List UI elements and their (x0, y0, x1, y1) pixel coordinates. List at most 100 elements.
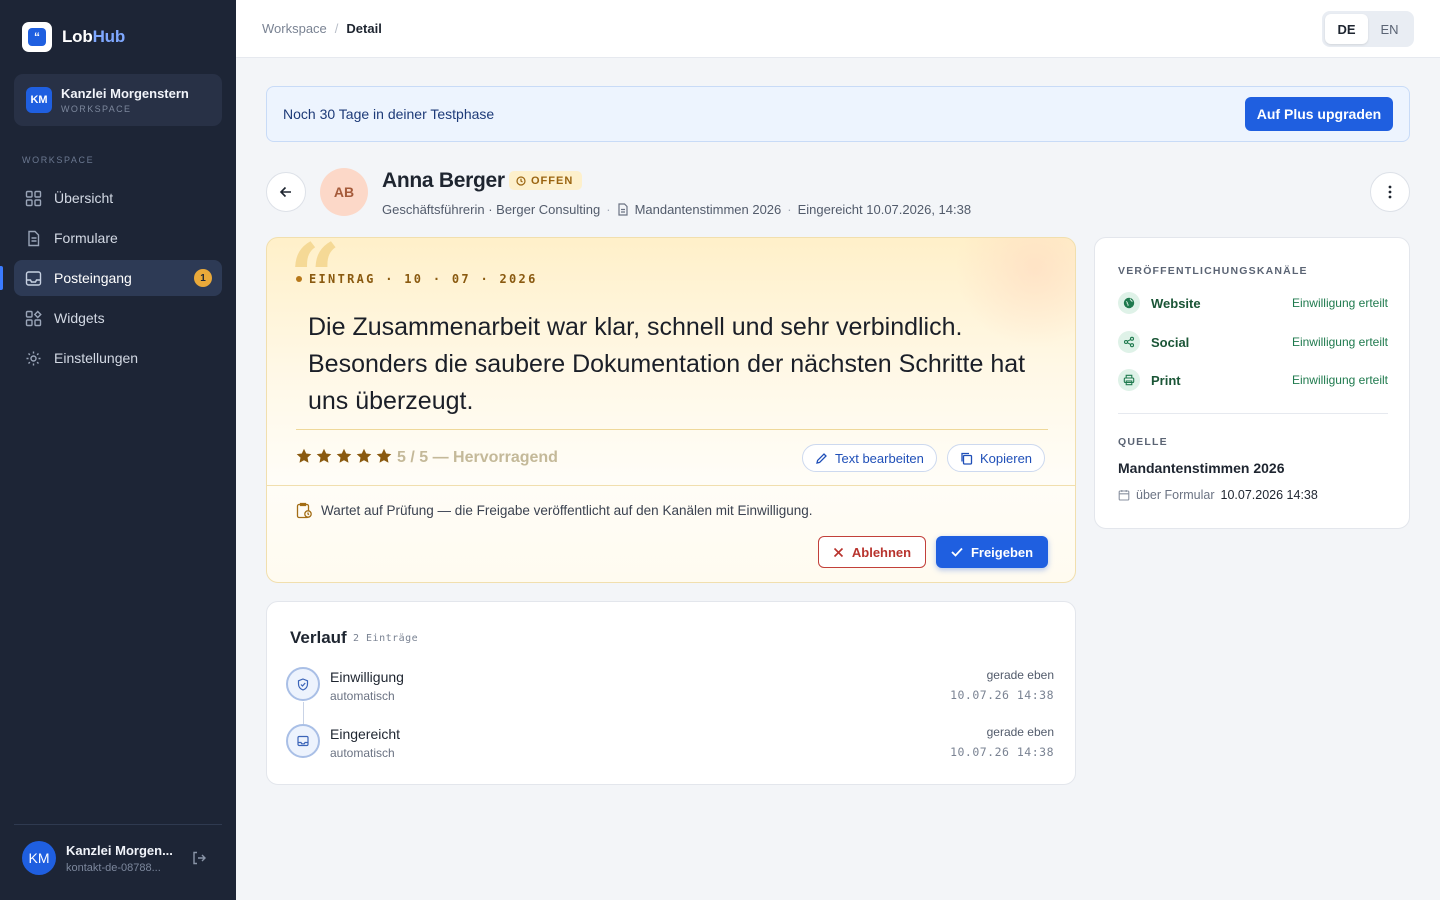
grid-icon (24, 189, 42, 207)
star-icon (376, 448, 392, 463)
sidebar-item-posteingang[interactable]: Posteingang 1 (0, 260, 222, 296)
reject-label: Ablehnen (851, 544, 912, 560)
clock-icon (516, 175, 526, 186)
form-name[interactable]: Mandantenstimmen 2026 (635, 202, 782, 217)
status-badge-label: OFFEN (531, 174, 574, 187)
sidebar-divider (14, 824, 222, 825)
star-icon (336, 448, 352, 463)
workspace-avatar: KM (26, 87, 52, 113)
history-sub: automatisch (330, 746, 395, 760)
channel-social: Social Einwilligung erteilt (1118, 330, 1388, 354)
brand[interactable]: “ LobHub (22, 22, 125, 52)
share-icon (1118, 331, 1140, 353)
trial-banner: Noch 30 Tage in deiner Testphase Auf Plu… (266, 86, 1410, 142)
entry-label: EINTRAG · 10 · 07 · 2026 (296, 272, 538, 286)
divider (267, 485, 1075, 486)
history-sub: automatisch (330, 689, 395, 703)
channel-print: Print Einwilligung erteilt (1118, 368, 1388, 392)
star-rating (296, 448, 392, 464)
logout-icon[interactable] (191, 850, 207, 871)
shield-check-icon (286, 667, 320, 701)
sidebar-nav: Übersicht Formulare Posteingang 1 Widget… (0, 180, 222, 380)
breadcrumb: Workspace / Detail (262, 21, 382, 36)
upgrade-button[interactable]: Auf Plus upgraden (1245, 97, 1393, 131)
source-heading: QUELLE (1118, 436, 1168, 448)
history-date: 10.07.26 14:38 (950, 745, 1054, 759)
edit-text-label: Text bearbeiten (835, 450, 924, 466)
source-via: über Formular (1136, 488, 1215, 502)
unread-badge: 1 (194, 269, 212, 287)
channels-heading: VERÖFFENTLICHUNGSKANÄLE (1118, 265, 1308, 277)
sidebar: “ LobHub KM Kanzlei Morgenstern WORKSPAC… (0, 0, 236, 900)
user-name: Kanzlei Morgen... (66, 842, 173, 858)
sidebar-item-uebersicht[interactable]: Übersicht (14, 180, 222, 216)
sidebar-item-formulare[interactable]: Formulare (14, 220, 222, 256)
review-notice: Wartet auf Prüfung — die Freigabe veröff… (296, 502, 813, 519)
source-name[interactable]: Mandantenstimmen 2026 (1118, 460, 1285, 476)
star-icon (356, 448, 372, 463)
person-name: Anna Berger (382, 169, 505, 192)
back-button[interactable] (266, 172, 306, 212)
copy-icon (961, 452, 973, 465)
edit-text-button[interactable]: Text bearbeiten (802, 444, 937, 472)
sidebar-item-label: Einstellungen (54, 350, 139, 366)
divider (1118, 413, 1388, 414)
meta-separator: · (606, 202, 611, 217)
quote-icon: “ (28, 28, 46, 46)
history-label: Eingereicht (330, 726, 401, 742)
breadcrumb-workspace[interactable]: Workspace (262, 21, 327, 36)
nav-heading: WORKSPACE (22, 155, 95, 165)
sidebar-item-label: Posteingang (54, 270, 132, 286)
brand-name: LobHub (62, 27, 126, 46)
pencil-icon (816, 452, 827, 464)
approve-button[interactable]: Freigeben (936, 536, 1048, 568)
submitted-at: Eingereicht 10.07.2026, 14:38 (797, 202, 972, 217)
person-avatar: AB (320, 168, 368, 216)
channel-status: Einwilligung erteilt (1291, 335, 1388, 349)
star-icon (316, 448, 332, 463)
user-profile[interactable]: KM Kanzlei Morgen... kontakt-de-08788... (22, 841, 173, 875)
meta-separator: · (787, 202, 792, 217)
history-count: 2 Einträge (353, 633, 419, 644)
topbar: Workspace / Detail DE EN (236, 0, 1440, 58)
trial-text: Noch 30 Tage in deiner Testphase (283, 106, 495, 122)
breadcrumb-separator: / (334, 21, 339, 36)
channel-website: Website Einwilligung erteilt (1118, 291, 1388, 315)
testimonial-quote: Die Zusammenarbeit war klar, schnell und… (308, 313, 1026, 415)
language-de-button[interactable]: DE (1325, 14, 1368, 44)
user-email: kontakt-de-08788... (66, 861, 161, 874)
reject-button[interactable]: Ablehnen (818, 536, 926, 568)
entry-dot (296, 276, 302, 282)
printer-icon (1118, 369, 1140, 391)
copy-label: Kopieren (980, 450, 1033, 466)
inbox-icon (24, 269, 42, 287)
inbox-icon (286, 724, 320, 758)
globe-icon (1118, 292, 1140, 314)
check-icon (951, 547, 963, 557)
source-date: 10.07.2026 14:38 (1220, 488, 1318, 502)
history-time: gerade eben (986, 725, 1054, 739)
history-card: Verlauf 2 Einträge Einwilligung automati… (266, 601, 1076, 785)
history-label: Einwilligung (330, 669, 404, 685)
sidebar-item-einstellungen[interactable]: Einstellungen (14, 340, 222, 376)
review-notice-text: Wartet auf Prüfung — die Freigabe veröff… (321, 503, 813, 518)
channel-status: Einwilligung erteilt (1291, 373, 1388, 387)
channel-status: Einwilligung erteilt (1291, 296, 1388, 310)
avatar: KM (22, 841, 56, 875)
channels-panel: VERÖFFENTLICHUNGSKANÄLE Website Einwilli… (1094, 237, 1410, 529)
history-item: Einwilligung automatisch gerade eben 10.… (286, 667, 1056, 707)
workspace-switcher[interactable]: KM Kanzlei Morgenstern WORKSPACE (14, 74, 222, 126)
history-time: gerade eben (986, 668, 1054, 682)
channel-name: Print (1151, 372, 1181, 388)
divider (296, 429, 1048, 430)
clipboard-clock-icon (296, 502, 312, 519)
channel-name: Website (1151, 295, 1201, 311)
workspace-label: WORKSPACE (61, 104, 132, 114)
sidebar-item-label: Widgets (54, 310, 105, 326)
arrow-left-icon (279, 186, 291, 198)
source-meta: über Formular 10.07.2026 14:38 (1118, 488, 1318, 502)
more-options-button[interactable] (1370, 172, 1410, 212)
sidebar-item-widgets[interactable]: Widgets (14, 300, 222, 336)
copy-button[interactable]: Kopieren (947, 444, 1046, 472)
language-en-button[interactable]: EN (1368, 14, 1411, 44)
